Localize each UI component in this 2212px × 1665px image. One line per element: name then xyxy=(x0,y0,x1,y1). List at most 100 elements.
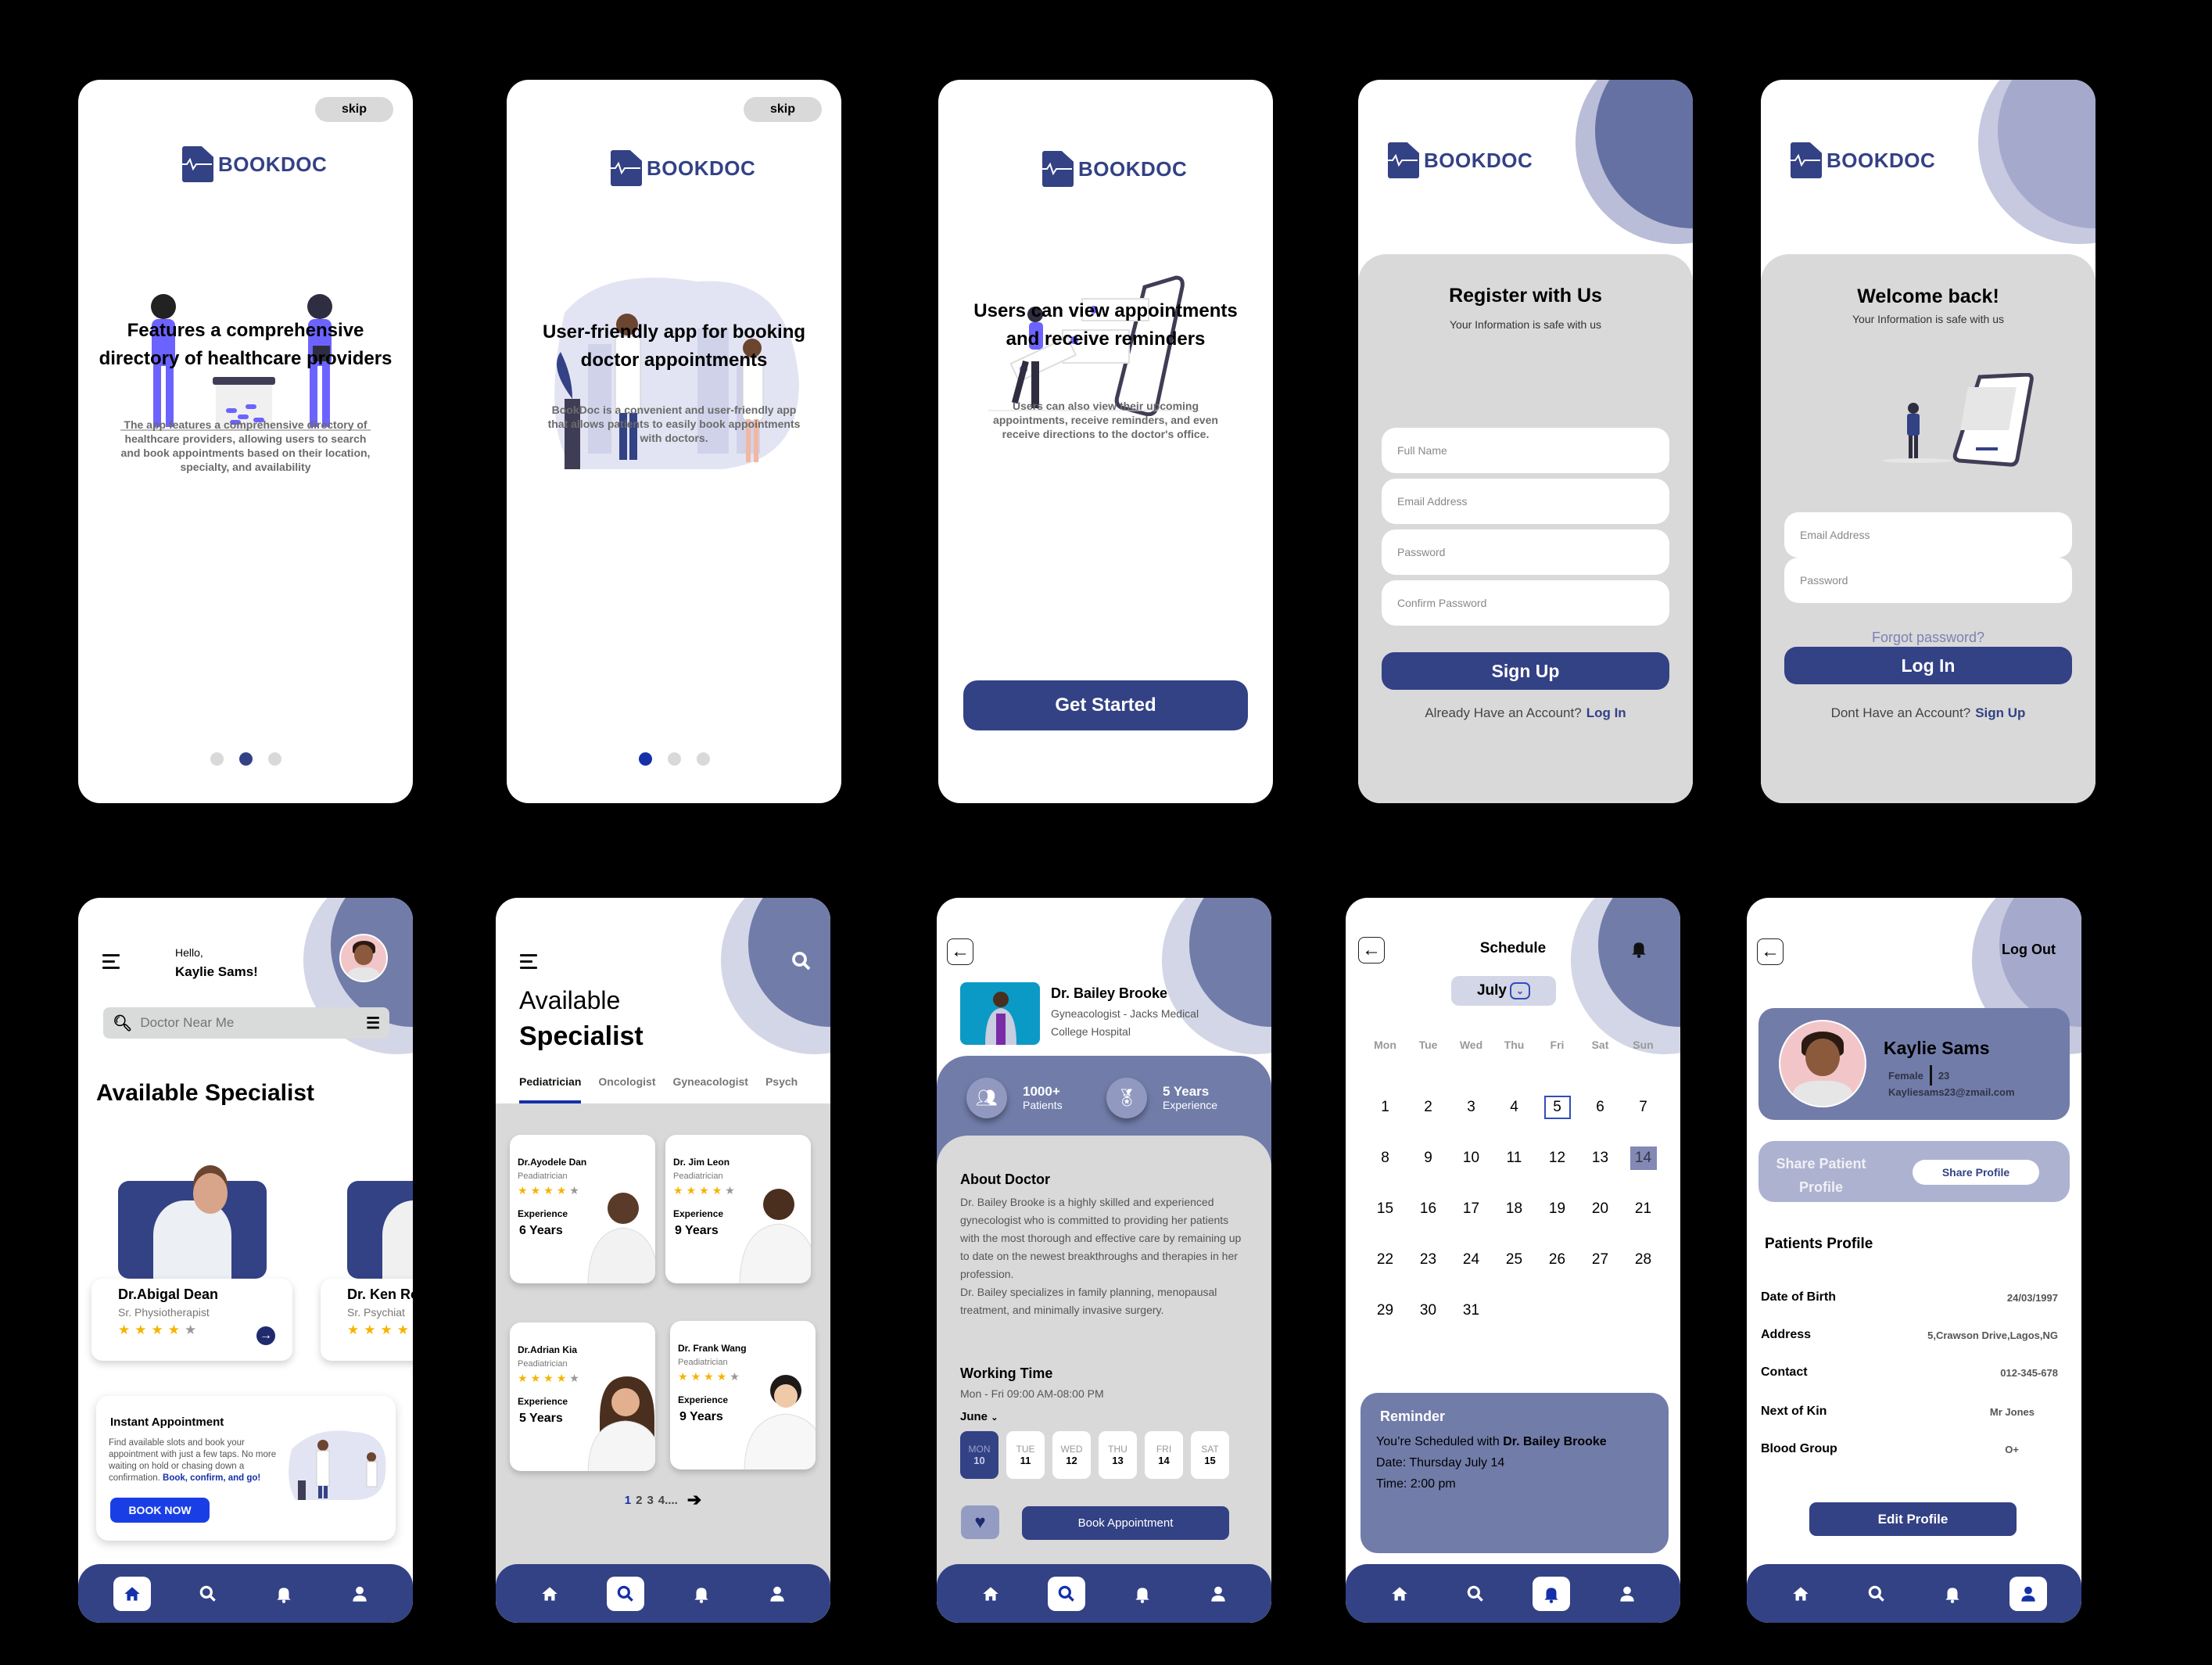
page-dot-active[interactable] xyxy=(638,752,652,766)
arrow-right-icon[interactable]: → xyxy=(256,1326,275,1345)
nav-search[interactable] xyxy=(1457,1577,1494,1611)
nav-notifications[interactable] xyxy=(1934,1577,1971,1611)
page-dot[interactable] xyxy=(696,752,710,766)
doctor-card[interactable]: Dr.Ayodele Dan Peadiatrician ★ ★ ★ ★ ★ Exper… xyxy=(510,1135,655,1283)
day-option[interactable]: THU 13 xyxy=(1099,1431,1137,1479)
day-option[interactable]: MON 10 xyxy=(960,1431,998,1479)
calendar-day[interactable]: 28 xyxy=(1622,1234,1665,1285)
book-now-button[interactable]: BOOK NOW xyxy=(110,1498,210,1523)
month-dropdown[interactable]: June ⌄ xyxy=(960,1410,998,1423)
book-appointment-button[interactable]: Book Appointment xyxy=(1022,1506,1229,1540)
back-button[interactable]: ← xyxy=(947,938,973,965)
nav-home[interactable] xyxy=(972,1577,1009,1611)
page-dot[interactable] xyxy=(667,752,681,766)
calendar-day[interactable]: 15 xyxy=(1364,1183,1407,1234)
password-field[interactable] xyxy=(1382,529,1669,575)
menu-icon[interactable] xyxy=(102,954,120,969)
email-field[interactable] xyxy=(1784,512,2072,558)
full-name-field[interactable] xyxy=(1382,428,1669,473)
tab-psych[interactable]: Psych xyxy=(765,1075,798,1103)
bell-icon[interactable] xyxy=(1629,938,1649,963)
nav-search[interactable] xyxy=(189,1577,227,1611)
nav-search[interactable] xyxy=(606,1576,644,1611)
nav-notifications[interactable] xyxy=(1124,1577,1161,1611)
calendar-day[interactable]: 2 xyxy=(1407,1082,1450,1132)
nav-profile[interactable] xyxy=(1199,1577,1237,1611)
skip-button[interactable]: skip xyxy=(315,97,393,122)
nav-search[interactable] xyxy=(1858,1577,1895,1611)
calendar-day[interactable]: 10 xyxy=(1450,1132,1493,1183)
edit-profile-button[interactable]: Edit Profile xyxy=(1809,1502,2017,1536)
email-field[interactable] xyxy=(1382,479,1669,524)
page-dot[interactable] xyxy=(267,752,281,766)
sign-up-button[interactable]: Sign Up xyxy=(1382,652,1669,690)
calendar-day[interactable]: 18 xyxy=(1493,1183,1536,1234)
calendar-day[interactable]: 11 xyxy=(1493,1132,1536,1183)
day-option[interactable]: TUE 11 xyxy=(1006,1431,1045,1479)
nav-home[interactable] xyxy=(1782,1577,1819,1611)
log-in-button[interactable]: Log In xyxy=(1784,647,2072,684)
calendar-day[interactable]: 29 xyxy=(1364,1285,1407,1336)
share-profile-button[interactable]: Share Profile xyxy=(1913,1160,2039,1185)
calendar-day[interactable]: 8 xyxy=(1364,1132,1407,1183)
page-3[interactable]: 3 xyxy=(647,1494,653,1507)
calendar-day[interactable]: 25 xyxy=(1493,1234,1536,1285)
favorite-button[interactable]: ♥ xyxy=(961,1505,999,1539)
doctor-card[interactable]: Dr.Adrian Kia Peadiatrician ★ ★ ★ ★ ★ Experi… xyxy=(510,1322,655,1471)
calendar-day[interactable]: 17 xyxy=(1450,1183,1493,1234)
menu-icon[interactable] xyxy=(520,954,537,969)
sign-up-link[interactable]: Sign Up xyxy=(1975,705,2025,720)
calendar-day[interactable]: 12 xyxy=(1536,1132,1579,1183)
page-dot-active[interactable] xyxy=(238,752,253,766)
calendar-day[interactable]: 21 xyxy=(1622,1183,1665,1234)
log-out-button[interactable]: Log Out xyxy=(2002,942,2056,958)
calendar-day[interactable]: 19 xyxy=(1536,1183,1579,1234)
nav-search[interactable] xyxy=(1047,1576,1085,1611)
doctor-card[interactable]: Dr. Jim Leon Peadiatrician ★ ★ ★ ★ ★ Experie… xyxy=(665,1135,811,1283)
calendar-day[interactable]: 4 xyxy=(1493,1082,1536,1132)
next-page-icon[interactable]: ➔ xyxy=(687,1490,701,1510)
calendar-day[interactable]: 6 xyxy=(1579,1082,1622,1132)
nav-profile[interactable] xyxy=(1608,1577,1646,1611)
calendar-day[interactable]: 7 xyxy=(1622,1082,1665,1132)
nav-profile[interactable] xyxy=(341,1577,378,1611)
forgot-password-link[interactable]: Forgot password? xyxy=(1761,630,2095,646)
day-option[interactable]: WED 12 xyxy=(1052,1431,1091,1479)
day-option[interactable]: FRI 14 xyxy=(1145,1431,1183,1479)
search-icon[interactable] xyxy=(790,949,813,973)
skip-button[interactable]: skip xyxy=(744,97,822,122)
log-in-link[interactable]: Log In xyxy=(1586,705,1626,720)
calendar-day[interactable]: 20 xyxy=(1579,1183,1622,1234)
confirm-password-field[interactable] xyxy=(1382,580,1669,626)
calendar-day[interactable]: 30 xyxy=(1407,1285,1450,1336)
back-button[interactable]: ← xyxy=(1757,938,1784,965)
nav-profile[interactable] xyxy=(2009,1576,2047,1611)
calendar-day[interactable]: 14 xyxy=(1622,1132,1665,1183)
doctor-card[interactable]: Dr. Frank Wang Peadiatrician ★ ★ ★ ★ ★ Exper… xyxy=(670,1321,816,1469)
tab-oncologist[interactable]: Oncologist xyxy=(598,1075,655,1103)
calendar-day[interactable]: 5 xyxy=(1536,1082,1579,1132)
calendar-day[interactable]: 22 xyxy=(1364,1234,1407,1285)
password-field[interactable] xyxy=(1784,558,2072,603)
tab-gyneacologist[interactable]: Gyneacologist xyxy=(673,1075,748,1103)
page-dot[interactable] xyxy=(210,752,224,766)
nav-profile[interactable] xyxy=(758,1577,796,1611)
calendar-day[interactable]: 16 xyxy=(1407,1183,1450,1234)
day-option[interactable]: SAT 15 xyxy=(1191,1431,1229,1479)
calendar-day[interactable]: 27 xyxy=(1579,1234,1622,1285)
page-1[interactable]: 1 xyxy=(625,1494,631,1507)
calendar-day[interactable]: 23 xyxy=(1407,1234,1450,1285)
calendar-day[interactable]: 3 xyxy=(1450,1082,1493,1132)
calendar-day[interactable]: 1 xyxy=(1364,1082,1407,1132)
nav-notifications[interactable] xyxy=(683,1577,720,1611)
calendar-day[interactable]: 31 xyxy=(1450,1285,1493,1336)
nav-notifications[interactable] xyxy=(265,1577,303,1611)
page-2[interactable]: 2 xyxy=(636,1494,642,1507)
get-started-button[interactable]: Get Started xyxy=(963,680,1248,730)
tab-pediatrician[interactable]: Pediatrician xyxy=(519,1075,582,1103)
calendar-day[interactable]: 9 xyxy=(1407,1132,1450,1183)
calendar-day[interactable]: 13 xyxy=(1579,1132,1622,1183)
search-input[interactable] xyxy=(140,1015,359,1031)
nav-notifications[interactable] xyxy=(1532,1576,1570,1611)
calendar-day[interactable]: 26 xyxy=(1536,1234,1579,1285)
